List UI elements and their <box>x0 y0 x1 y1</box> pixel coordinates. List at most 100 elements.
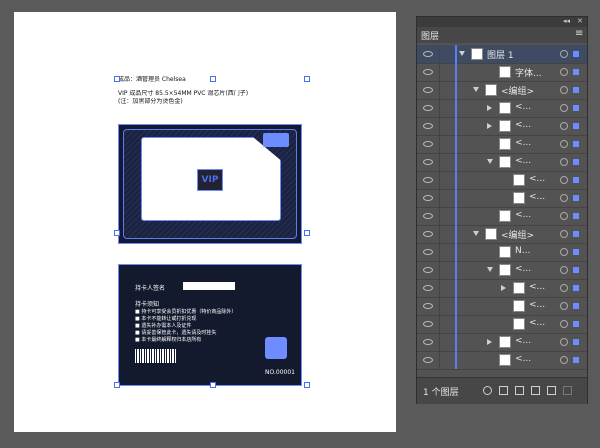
visibility-eye-icon[interactable] <box>423 267 433 273</box>
make-clipping-mask-icon[interactable] <box>515 386 524 395</box>
target-circle-icon[interactable] <box>560 284 568 292</box>
selection-indicator[interactable] <box>573 69 579 75</box>
selection-indicator[interactable] <box>573 141 579 147</box>
layer-row[interactable]: 字体... <box>417 63 587 82</box>
panel-titlebar[interactable]: ◂◂ ✕ <box>417 17 587 27</box>
close-icon[interactable]: ✕ <box>577 17 583 25</box>
target-circle-icon[interactable] <box>560 50 568 58</box>
target-circle-icon[interactable] <box>560 266 568 274</box>
chevron-right-icon[interactable] <box>501 285 506 291</box>
selection-indicator[interactable] <box>573 231 579 237</box>
selection-indicator[interactable] <box>573 123 579 129</box>
visibility-eye-icon[interactable] <box>423 141 433 147</box>
lock-column[interactable] <box>439 63 440 81</box>
layer-name[interactable]: N... <box>515 246 530 256</box>
collapse-icon[interactable]: ◂◂ <box>563 17 570 25</box>
layer-row[interactable]: N... <box>417 243 587 262</box>
lock-column[interactable] <box>439 171 440 189</box>
visibility-eye-icon[interactable] <box>423 357 433 363</box>
lock-column[interactable] <box>439 297 440 315</box>
lock-column[interactable] <box>439 207 440 225</box>
card-back[interactable]: 持卡人签名 持卡须知 ■ 持卡可享受会员折扣优惠（特价商品除外） ■ 本卡不能转让… <box>118 264 302 386</box>
visibility-eye-icon[interactable] <box>423 87 433 93</box>
selection-indicator[interactable] <box>573 267 579 273</box>
visibility-eye-icon[interactable] <box>423 213 433 219</box>
target-circle-icon[interactable] <box>560 68 568 76</box>
target-circle-icon[interactable] <box>560 158 568 166</box>
search-icon[interactable] <box>483 386 492 395</box>
lock-column[interactable] <box>439 243 440 261</box>
selection-indicator[interactable] <box>573 195 579 201</box>
layer-name[interactable]: <... <box>515 354 531 364</box>
selection-handle[interactable] <box>210 76 216 82</box>
target-circle-icon[interactable] <box>560 230 568 238</box>
layer-row[interactable]: <... <box>417 135 587 154</box>
layer-row[interactable]: <... <box>417 99 587 118</box>
lock-column[interactable] <box>439 189 440 207</box>
layer-name[interactable]: <... <box>515 138 531 148</box>
target-circle-icon[interactable] <box>560 176 568 184</box>
lock-column[interactable] <box>439 279 440 297</box>
selection-indicator[interactable] <box>573 357 579 363</box>
target-circle-icon[interactable] <box>560 356 568 364</box>
visibility-eye-icon[interactable] <box>423 159 433 165</box>
visibility-eye-icon[interactable] <box>423 339 433 345</box>
layer-row[interactable]: <... <box>417 117 587 136</box>
trash-icon[interactable] <box>563 386 572 395</box>
selection-indicator[interactable] <box>573 249 579 255</box>
layer-name[interactable]: <... <box>515 264 531 274</box>
selection-handle[interactable] <box>114 382 120 388</box>
lock-column[interactable] <box>439 351 440 369</box>
target-circle-icon[interactable] <box>560 338 568 346</box>
selection-indicator[interactable] <box>573 213 579 219</box>
layer-row[interactable]: <编组> <box>417 225 587 244</box>
lock-column[interactable] <box>439 261 440 279</box>
layer-name[interactable]: <... <box>515 156 531 166</box>
layer-row[interactable]: <... <box>417 315 587 334</box>
lock-column[interactable] <box>439 117 440 135</box>
selection-handle[interactable] <box>210 382 216 388</box>
card-front[interactable]: VIP <box>118 124 302 244</box>
layer-row[interactable]: <编组> <box>417 81 587 100</box>
lock-column[interactable] <box>439 135 440 153</box>
chevron-down-icon[interactable] <box>473 87 479 92</box>
layer-row[interactable]: <... <box>417 153 587 172</box>
layer-row[interactable]: <... <box>417 171 587 190</box>
visibility-eye-icon[interactable] <box>423 303 433 309</box>
selection-handle[interactable] <box>304 76 310 82</box>
lock-column[interactable] <box>439 315 440 333</box>
create-sublayer-icon[interactable] <box>531 386 540 395</box>
target-circle-icon[interactable] <box>560 302 568 310</box>
layer-name[interactable]: <... <box>529 282 545 292</box>
visibility-eye-icon[interactable] <box>423 321 433 327</box>
lock-column[interactable] <box>439 153 440 171</box>
layer-name[interactable]: <... <box>529 192 545 202</box>
visibility-eye-icon[interactable] <box>423 285 433 291</box>
selection-handle[interactable] <box>114 230 120 236</box>
target-circle-icon[interactable] <box>560 248 568 256</box>
chevron-right-icon[interactable] <box>487 123 492 129</box>
document-artwork[interactable]: 成品：酒管理员 Chelsea VIP 成品尺寸 85.5×54MM PVC 滑… <box>114 76 310 388</box>
layer-name[interactable]: <编组> <box>501 228 534 241</box>
selection-indicator[interactable] <box>573 303 579 309</box>
layer-row[interactable]: <... <box>417 351 587 370</box>
selection-handle[interactable] <box>304 230 310 236</box>
tab-layers[interactable]: 图层 <box>421 29 439 42</box>
layer-name[interactable]: <... <box>515 336 531 346</box>
layer-name[interactable]: <... <box>515 120 531 130</box>
visibility-eye-icon[interactable] <box>423 105 433 111</box>
new-layer-icon[interactable] <box>547 386 556 395</box>
layer-row[interactable]: 图层 1 <box>417 45 587 64</box>
visibility-eye-icon[interactable] <box>423 249 433 255</box>
target-circle-icon[interactable] <box>560 122 568 130</box>
visibility-eye-icon[interactable] <box>423 123 433 129</box>
lock-column[interactable] <box>439 225 440 243</box>
layer-name[interactable]: <... <box>515 102 531 112</box>
panel-menu-icon[interactable]: ≡ <box>575 28 583 39</box>
lock-column[interactable] <box>439 45 440 63</box>
selection-indicator[interactable] <box>573 321 579 327</box>
chevron-down-icon[interactable] <box>473 231 479 236</box>
lock-column[interactable] <box>439 99 440 117</box>
layer-row[interactable]: <... <box>417 261 587 280</box>
visibility-eye-icon[interactable] <box>423 177 433 183</box>
